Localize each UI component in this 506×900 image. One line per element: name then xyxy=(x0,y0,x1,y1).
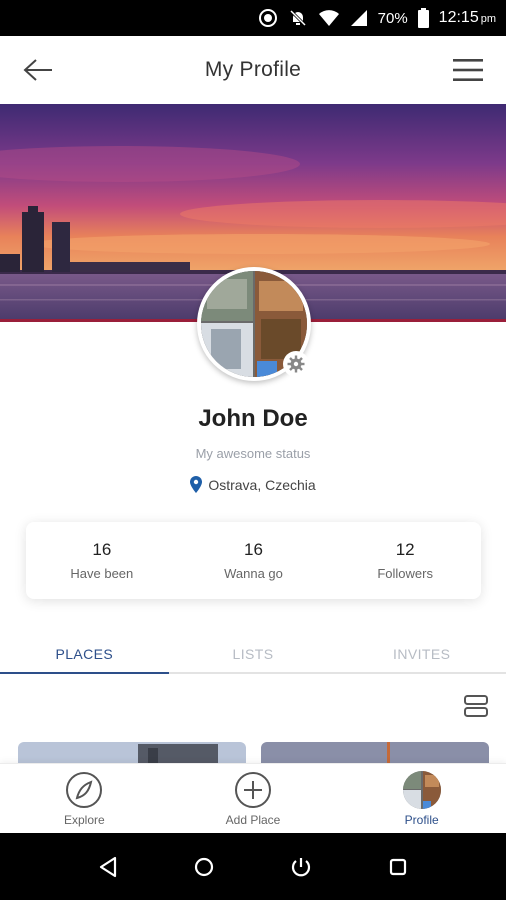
profile-name: John Doe xyxy=(198,405,308,432)
back-triangle-icon[interactable] xyxy=(98,856,118,878)
app-header: My Profile xyxy=(0,36,506,104)
mute-icon xyxy=(288,8,308,28)
stat-value: 12 xyxy=(395,540,415,559)
system-navigation-bar xyxy=(0,833,506,900)
menu-button[interactable] xyxy=(448,50,488,90)
nav-label: Profile xyxy=(404,812,439,827)
battery-icon xyxy=(417,8,429,28)
stat-value: 16 xyxy=(92,540,112,559)
battery-percentage: 70% xyxy=(377,9,408,27)
hamburger-menu-icon xyxy=(452,59,483,81)
location-text: Ostrava, Czechia xyxy=(208,476,316,493)
signal-icon xyxy=(350,9,368,27)
home-circle-icon[interactable] xyxy=(194,857,214,877)
avatar-icon xyxy=(402,770,441,809)
profile-location: Ostrava, Czechia xyxy=(0,476,506,493)
nav-profile[interactable]: Profile xyxy=(337,764,506,833)
stat-label: Followers xyxy=(377,566,433,581)
profile-status: My awesome status xyxy=(195,446,311,461)
stat-wanna-go[interactable]: 16 Wanna go xyxy=(178,522,330,599)
nav-explore[interactable]: Explore xyxy=(0,764,169,833)
tab-lists[interactable]: LISTS xyxy=(169,636,338,672)
avatar-settings-button[interactable] xyxy=(283,351,309,377)
tab-places[interactable]: PLACES xyxy=(0,636,169,674)
stat-label: Wanna go xyxy=(224,566,283,581)
tab-invites[interactable]: INVITES xyxy=(337,636,506,672)
gear-icon xyxy=(287,355,305,373)
clock: 12:15 pm xyxy=(438,9,496,26)
stats-card: 16 Have been 16 Wanna go 12 Followers xyxy=(26,522,481,599)
nav-label: Add Place xyxy=(225,812,281,827)
stat-have-been[interactable]: 16 Have been xyxy=(26,522,178,599)
list-view-icon xyxy=(464,695,488,717)
system-status-bar: 70% 12:15 pm xyxy=(0,0,506,36)
power-icon[interactable] xyxy=(290,856,312,878)
nav-label: Explore xyxy=(63,812,105,827)
back-button[interactable] xyxy=(18,50,58,90)
back-arrow-icon xyxy=(23,59,52,81)
stat-value: 16 xyxy=(244,540,263,559)
add-circle-icon xyxy=(235,771,271,808)
profile-avatar-container xyxy=(197,267,311,381)
circle-alert-icon xyxy=(258,8,278,28)
place-card[interactable] xyxy=(18,742,246,764)
stat-label: Have been xyxy=(70,566,134,581)
nav-add-place[interactable]: Add Place xyxy=(169,764,338,833)
location-pin-icon xyxy=(190,476,203,493)
profile-tabs: PLACES LISTS INVITES xyxy=(0,636,506,674)
stat-followers[interactable]: 12 Followers xyxy=(329,522,481,599)
compass-icon xyxy=(66,771,103,808)
recent-apps-icon[interactable] xyxy=(388,857,408,877)
bottom-navigation: Explore Add Place Profile xyxy=(0,763,506,833)
place-card[interactable] xyxy=(261,742,489,764)
page-title: My Profile xyxy=(204,58,302,81)
wifi-icon xyxy=(318,9,340,27)
view-toggle-button[interactable] xyxy=(462,692,490,720)
